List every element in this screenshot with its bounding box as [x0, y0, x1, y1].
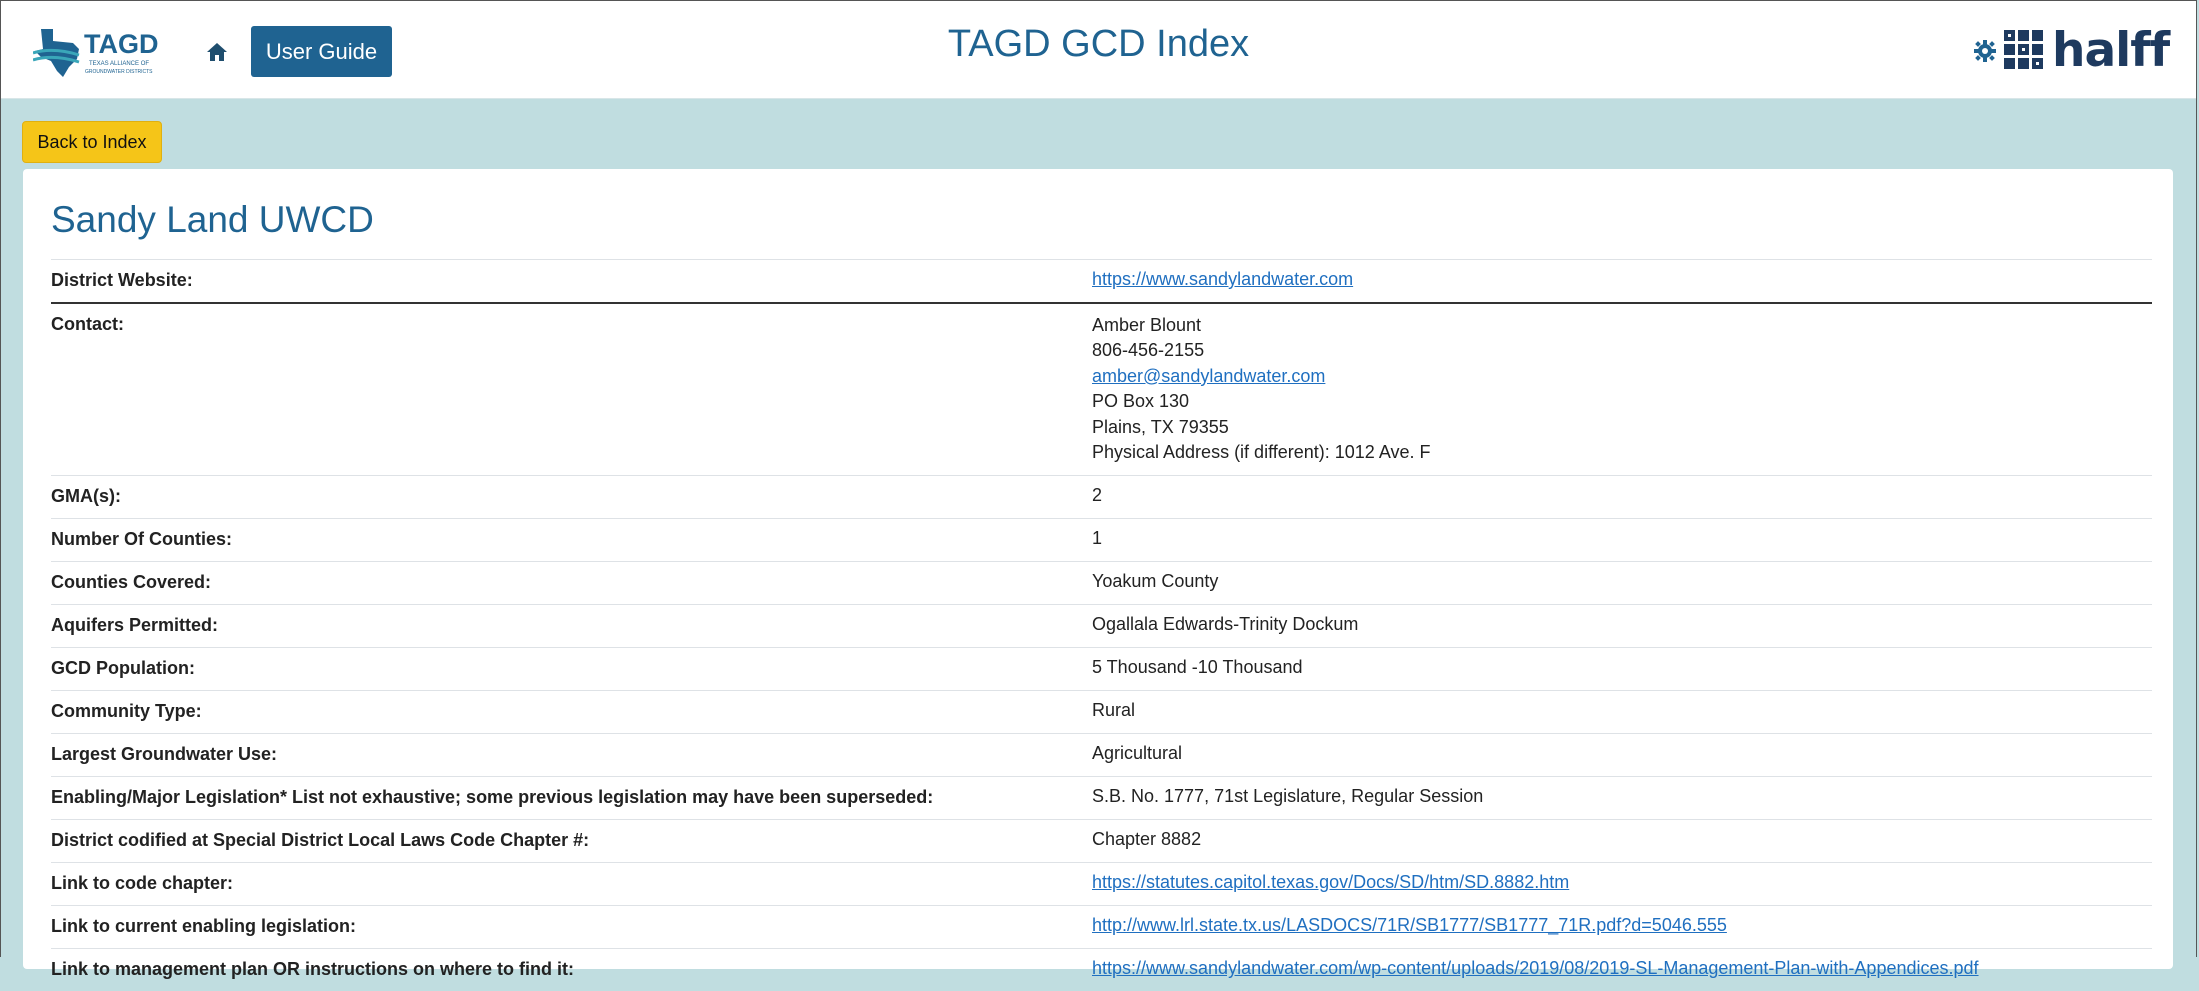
detail-value: Yoakum County	[1092, 561, 2152, 605]
halff-grid-icon	[2004, 30, 2043, 69]
detail-value: http://www.lrl.state.tx.us/LASDOCS/71R/S…	[1092, 905, 2152, 949]
detail-label: Community Type:	[51, 690, 1092, 734]
halff-logo: halff	[2004, 22, 2170, 78]
detail-label: Number Of Counties:	[51, 518, 1092, 562]
page-title: TAGD GCD Index	[947, 23, 1250, 65]
detail-value: Chapter 8882	[1092, 819, 2152, 863]
detail-text: Ogallala Edwards-Trinity Dockum	[1092, 614, 1359, 635]
detail-link[interactable]: https://www.sandylandwater.com/wp-conten…	[1092, 958, 1979, 978]
contact-line: 806-456-2155	[1092, 340, 1205, 361]
detail-row: District Website: https://www.sandylandwa…	[51, 259, 2152, 304]
detail-row: GCD Population: 5 Thousand -10 Thousand	[51, 647, 2152, 691]
detail-row: GMA(s): 2	[51, 475, 2152, 519]
detail-row: Community Type: Rural	[51, 690, 2152, 734]
detail-label: District codified at Special District Lo…	[51, 819, 1092, 863]
detail-value: 1	[1092, 518, 2152, 562]
district-card: Sandy Land UWCD District Website: https:/…	[23, 169, 2173, 991]
contact-line: Plains, TX 79355	[1092, 416, 1229, 437]
detail-text: Yoakum County	[1092, 571, 1219, 592]
halff-logo-text: halff	[2052, 22, 2170, 78]
top-header: TAGD TEXAS ALLIANCE OF GROUNDWATER DISTR…	[1, 1, 2196, 99]
detail-value: Amber Blount 806-456-2155 amber@sandylandw…	[1092, 302, 2152, 476]
district-details-table: District Website: https://www.sandylandwa…	[51, 259, 2152, 991]
contact-line: Amber Blount	[1092, 315, 1202, 335]
detail-row: Contact: Amber Blount 806-456-2155 amber@sa…	[51, 302, 2152, 476]
detail-text: Agricultural	[1092, 743, 1183, 764]
contact-line: PO Box 130	[1092, 391, 1190, 412]
detail-label: Enabling/Major Legislation* List not exh…	[51, 776, 1092, 820]
detail-link[interactable]: http://www.lrl.state.tx.us/LASDOCS/71R/S…	[1092, 915, 1727, 935]
gear-icon[interactable]	[1974, 40, 1996, 62]
detail-row: District codified at Special District Lo…	[51, 819, 2152, 863]
detail-value: https://www.sandylandwater.com	[1092, 259, 2152, 304]
detail-value: S.B. No. 1777, 71st Legislature, Regular…	[1092, 776, 2152, 820]
detail-label: Contact:	[51, 302, 1092, 476]
detail-row: Counties Covered: Yoakum County	[51, 561, 2152, 605]
detail-row: Link to code chapter: https://statutes.ca…	[51, 862, 2152, 906]
detail-row: Enabling/Major Legislation* List not exh…	[51, 776, 2152, 820]
detail-row: Aquifers Permitted: Ogallala Edwards-Trin…	[51, 604, 2152, 648]
detail-value: 2	[1092, 475, 2152, 519]
svg-text:GROUNDWATER DISTRICTS: GROUNDWATER DISTRICTS	[85, 69, 153, 75]
detail-row: Number Of Counties: 1	[51, 518, 2152, 562]
detail-text: S.B. No. 1777, 71st Legislature, Regular…	[1092, 786, 1484, 807]
detail-text: 2	[1092, 485, 1103, 506]
detail-label: Link to management plan OR instructions …	[51, 948, 1092, 991]
detail-value: https://www.sandylandwater.com/wp-conten…	[1092, 948, 2152, 991]
detail-label: Link to code chapter:	[51, 862, 1092, 906]
detail-link[interactable]: https://statutes.capitol.texas.gov/Docs/…	[1092, 872, 1569, 892]
detail-value: 5 Thousand -10 Thousand	[1092, 647, 2152, 691]
detail-link[interactable]: https://www.sandylandwater.com	[1092, 269, 1353, 289]
district-name: Sandy Land UWCD	[51, 199, 374, 240]
detail-text: Chapter 8882	[1092, 829, 1202, 850]
detail-label: GMA(s):	[51, 475, 1092, 519]
detail-row: Largest Groundwater Use: Agricultural	[51, 733, 2152, 777]
contact-line: Physical Address (if different): 1012 Av…	[1092, 442, 1431, 463]
detail-value: Ogallala Edwards-Trinity Dockum	[1092, 604, 2152, 648]
back-to-index-button[interactable]: Back to Index	[22, 121, 162, 163]
detail-value: Agricultural	[1092, 733, 2152, 777]
detail-label: District Website:	[51, 259, 1092, 304]
detail-text: 1	[1092, 528, 1103, 549]
detail-label: Counties Covered:	[51, 561, 1092, 605]
detail-row: Link to current enabling legislation: htt…	[51, 905, 2152, 949]
detail-value: Rural	[1092, 690, 2152, 734]
detail-row: Link to management plan OR instructions …	[51, 948, 2152, 991]
contact-email-link[interactable]: amber@sandylandwater.com	[1092, 366, 1325, 386]
detail-text: Rural	[1092, 700, 1136, 721]
detail-text: 5 Thousand -10 Thousand	[1092, 657, 1303, 678]
detail-label: GCD Population:	[51, 647, 1092, 691]
detail-label: Link to current enabling legislation:	[51, 905, 1092, 949]
detail-label: Largest Groundwater Use:	[51, 733, 1092, 777]
detail-label: Aquifers Permitted:	[51, 604, 1092, 648]
detail-value: https://statutes.capitol.texas.gov/Docs/…	[1092, 862, 2152, 906]
